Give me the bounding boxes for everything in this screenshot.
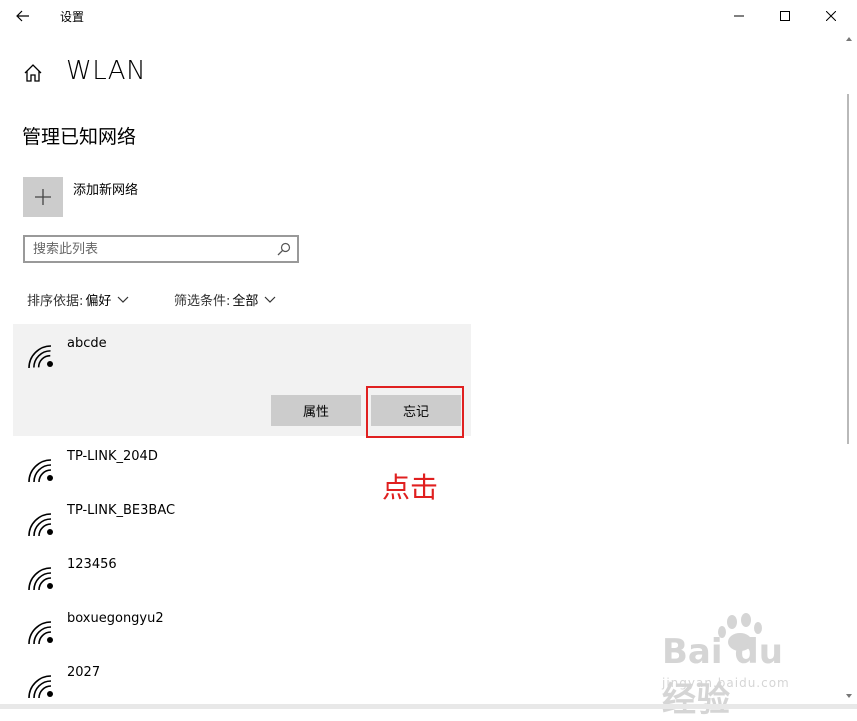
filter-dropdown[interactable]: 筛选条件: 全部	[174, 290, 276, 309]
network-item[interactable]: TP-LINK_BE3BAC	[13, 494, 471, 548]
wifi-icon	[28, 567, 53, 590]
scroll-thumb[interactable]	[847, 94, 849, 444]
watermark-url: jingyan.baidu.com	[662, 676, 790, 690]
network-item[interactable]: 2027	[13, 656, 471, 704]
scrollbar[interactable]	[843, 32, 855, 704]
network-name: boxuegongyu2	[67, 611, 164, 626]
filter-label: 筛选条件:	[174, 294, 231, 309]
scroll-up-icon[interactable]	[845, 35, 853, 43]
minimize-icon	[734, 15, 744, 17]
close-icon	[826, 11, 836, 21]
title-bar: 设置	[0, 0, 857, 32]
plus-icon	[35, 189, 51, 205]
search-icon[interactable]	[277, 242, 291, 256]
wifi-icon	[28, 513, 53, 536]
minimize-button[interactable]	[716, 0, 762, 32]
network-item[interactable]: boxuegongyu2	[13, 602, 471, 656]
network-name: 123456	[67, 557, 117, 572]
home-icon[interactable]	[22, 62, 44, 84]
maximize-button[interactable]	[762, 0, 808, 32]
sort-value: 偏好	[85, 294, 112, 309]
chevron-down-icon	[117, 296, 129, 303]
maximize-icon	[780, 11, 790, 21]
search-box[interactable]	[23, 235, 299, 263]
network-name: abcde	[67, 336, 107, 351]
network-name: 2027	[67, 665, 101, 680]
network-item[interactable]: TP-LINK_204D	[13, 440, 471, 494]
wifi-icon	[28, 459, 53, 482]
network-item[interactable]: 123456	[13, 548, 471, 602]
wifi-icon	[28, 675, 53, 698]
wifi-icon	[28, 621, 53, 644]
back-button[interactable]	[10, 4, 36, 28]
page-title: WLAN	[66, 56, 147, 86]
app-title: 设置	[60, 10, 85, 24]
scroll-down-icon[interactable]	[845, 692, 853, 700]
baidu-jingyan-watermark: Bai du 经验 jingyan.baidu.com	[652, 612, 822, 720]
back-arrow-icon	[16, 10, 29, 22]
filter-value: 全部	[232, 294, 259, 309]
sort-label: 排序依据:	[27, 294, 84, 309]
network-name: TP-LINK_BE3BAC	[67, 503, 176, 518]
add-network-label[interactable]: 添加新网络	[73, 179, 138, 198]
search-input[interactable]	[33, 240, 273, 258]
close-button[interactable]	[808, 0, 854, 32]
wifi-icon	[28, 345, 53, 368]
highlight-box	[366, 386, 464, 438]
add-network-button[interactable]	[23, 177, 63, 217]
section-title: 管理已知网络	[22, 126, 137, 148]
properties-button[interactable]: 属性	[271, 395, 361, 426]
bottom-border	[0, 704, 857, 709]
sort-dropdown[interactable]: 排序依据: 偏好	[27, 290, 129, 309]
chevron-down-icon	[264, 296, 276, 303]
network-name: TP-LINK_204D	[67, 449, 158, 464]
